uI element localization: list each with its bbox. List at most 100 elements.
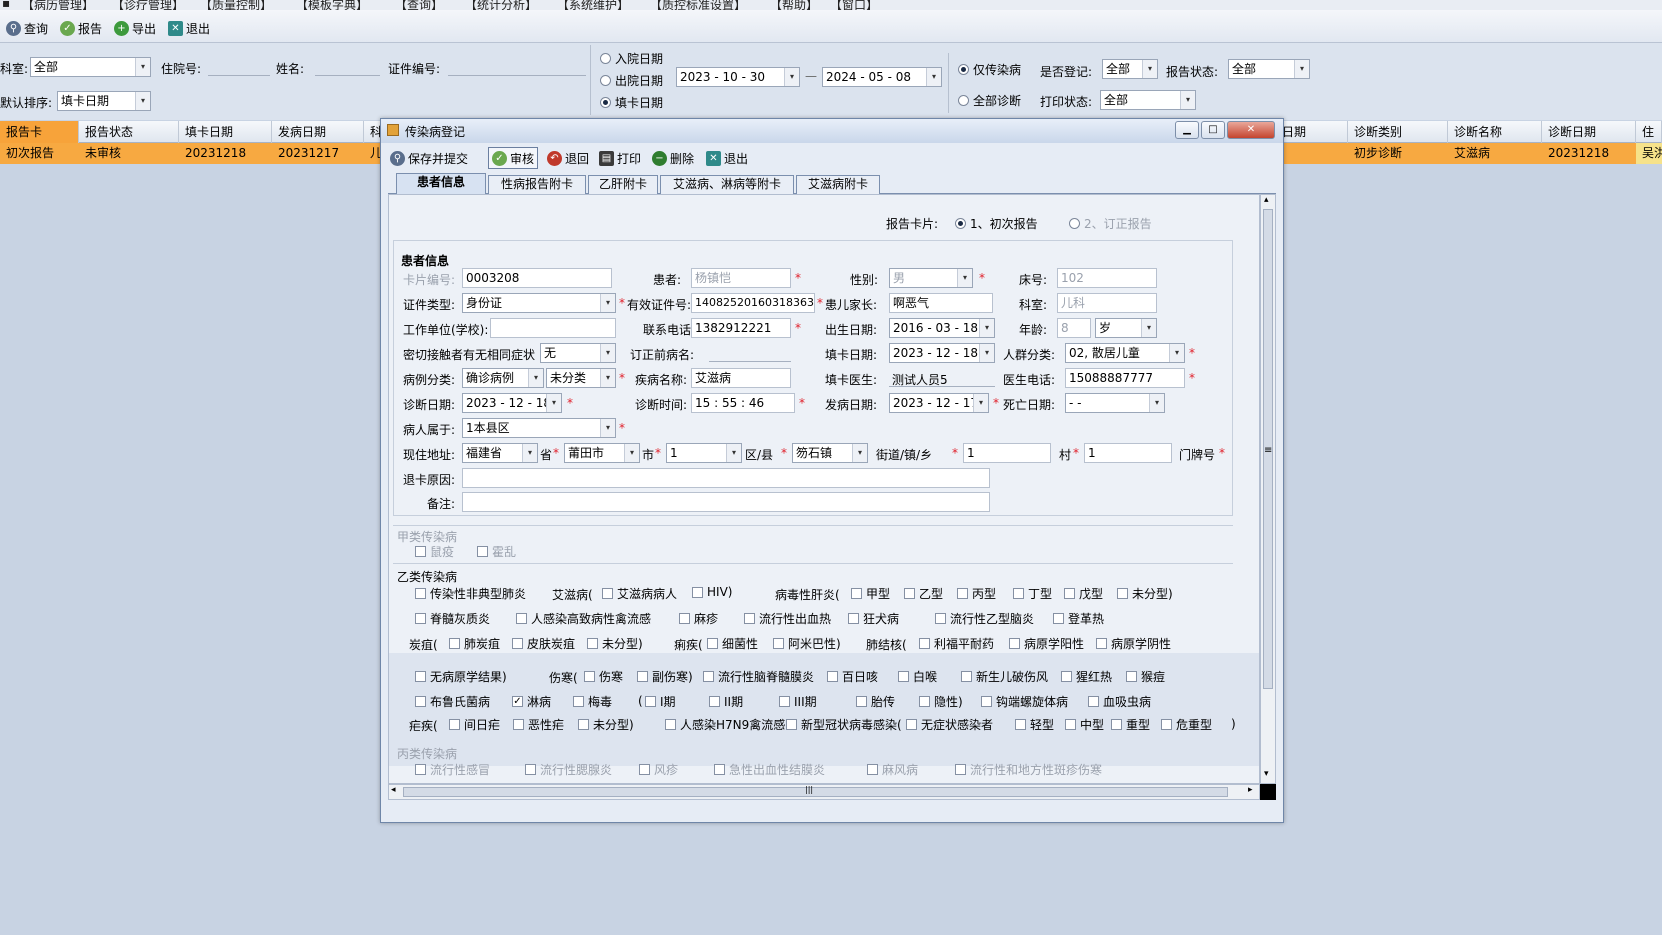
checkbox-covid[interactable]: 新型冠状病毒感染( <box>786 716 902 733</box>
radio-admit-date[interactable]: 入院日期 <box>600 50 663 67</box>
menu-item[interactable]: 【模板字典】 <box>296 0 368 10</box>
tab-hbv-card[interactable]: 乙肝附卡 <box>588 175 658 194</box>
age-unit-select[interactable]: 岁 ▾ <box>1095 318 1157 338</box>
death-date-picker[interactable]: - - ▾ <box>1065 393 1165 413</box>
checkbox-hep-b[interactable]: 乙型 <box>904 585 943 602</box>
checkbox-h7n9[interactable]: 人感染H7N9禽流感 <box>665 716 785 733</box>
column-header[interactable]: 发病日期 <box>272 121 364 143</box>
disease-field[interactable]: 艾滋病 <box>691 368 791 388</box>
checkbox-paratyphoid[interactable]: 副伤寒) <box>637 668 693 685</box>
radio-all-diag[interactable]: 全部诊断 <box>958 92 1021 109</box>
column-header[interactable]: 住 <box>1636 121 1662 143</box>
date-to-picker[interactable]: 2024 - 05 - 08 ▾ <box>822 67 942 87</box>
tab-aids-gonorrhea-card[interactable]: 艾滋病、淋病等附卡 <box>660 175 794 194</box>
checkbox-jap-enceph[interactable]: 流行性乙型脑炎 <box>935 610 1034 627</box>
column-header[interactable]: 报告卡 <box>0 121 79 143</box>
delete-button[interactable]: − 删除 <box>649 147 697 169</box>
sort-select[interactable]: 填卡日期 ▾ <box>57 91 151 111</box>
checkbox-hep-e[interactable]: 戊型 <box>1064 585 1103 602</box>
checkbox-syphilis-1[interactable]: I期 <box>645 693 676 710</box>
checkbox-hep-c[interactable]: 丙型 <box>957 585 996 602</box>
reject-reason-field[interactable] <box>462 468 990 488</box>
column-header[interactable]: 诊断名称 <box>1448 121 1542 143</box>
checkbox-gonorrhea[interactable]: ✓ 淋病 <box>512 693 551 710</box>
checkbox-lung-anthrax[interactable]: 肺炭疽 <box>449 635 500 652</box>
birth-date-picker[interactable]: 2016 - 03 - 18 ▾ <box>889 318 995 338</box>
checkbox-hiv[interactable]: HIV) <box>692 585 732 599</box>
checkbox-avian-flu[interactable]: 人感染高致病性禽流感 <box>516 610 651 627</box>
city-select[interactable]: 莆田市 ▾ <box>564 443 640 463</box>
checkbox-brucellosis[interactable]: 布鲁氏菌病 <box>415 693 490 710</box>
radio-card-date[interactable]: 填卡日期 <box>600 94 663 111</box>
column-header[interactable]: 日期 <box>1276 121 1348 143</box>
minimize-button[interactable]: ▁ <box>1175 121 1199 139</box>
crowd-select[interactable]: 02, 散居儿童 ▾ <box>1065 343 1185 363</box>
checkbox-malaria-untyped[interactable]: 未分型) <box>578 716 634 733</box>
menu-item[interactable]: 【统计分析】 <box>465 0 537 10</box>
scroll-down-icon[interactable]: ▾ <box>1264 769 1269 779</box>
column-header[interactable]: 报告状态 <box>79 121 179 143</box>
checkbox-tb-positive[interactable]: 病原学阳性 <box>1009 635 1084 652</box>
checkbox-aids-patient[interactable]: 艾滋病病人 <box>602 585 677 602</box>
vertical-scrollbar[interactable]: ▴ ≡ ▾ <box>1260 194 1276 784</box>
checkbox-syphilis-2[interactable]: II期 <box>709 693 743 710</box>
checkbox-plague[interactable]: 鼠疫 <box>415 543 454 560</box>
case-subtype-select[interactable]: 未分类 ▾ <box>546 368 616 388</box>
checkbox-congenital[interactable]: 胎传 <box>856 693 895 710</box>
checkbox-anthrax-untyped[interactable]: 未分型) <box>587 635 643 652</box>
checkbox-hep-untyped[interactable]: 未分型) <box>1117 585 1173 602</box>
dept-field[interactable]: 儿科 <box>1057 293 1157 313</box>
checkbox-latent[interactable]: 隐性) <box>919 693 963 710</box>
inpatient-input[interactable] <box>208 56 270 76</box>
onset-date-picker[interactable]: 2023 - 12 - 17 ▾ <box>889 393 989 413</box>
dept-select[interactable]: 全部 ▾ <box>30 57 151 77</box>
column-header[interactable]: 诊断类别 <box>1348 121 1448 143</box>
checkbox-rifampicin[interactable]: 利福平耐药 <box>919 635 994 652</box>
dialog-exit-button[interactable]: ✕ 退出 <box>703 147 751 169</box>
hscroll-thumb[interactable] <box>403 787 1228 797</box>
menu-item[interactable]: 【病历管理】 <box>22 0 94 10</box>
checkbox-measles[interactable]: 麻疹 <box>679 610 718 627</box>
parent-field[interactable]: 啊恶气 <box>889 293 993 313</box>
card-no-field[interactable]: 0003208 <box>462 268 612 288</box>
note-field[interactable] <box>462 492 990 512</box>
report-button[interactable]: ✓ 报告 <box>60 18 102 38</box>
tab-std-card[interactable]: 性病报告附卡 <box>488 175 586 194</box>
menu-item[interactable]: 【帮助】 <box>770 0 818 10</box>
checkbox-skin-anthrax[interactable]: 皮肤炭疽 <box>512 635 575 652</box>
dialog-title-bar[interactable]: 传染病登记 ▁ □ ✕ <box>381 119 1283 143</box>
prev-disease-field[interactable] <box>709 342 791 362</box>
close-button[interactable]: ✕ <box>1227 121 1275 139</box>
checkbox-syphilis-3[interactable]: III期 <box>779 693 817 710</box>
case-type-select[interactable]: 确诊病例 ▾ <box>462 368 544 388</box>
horizontal-scrollbar[interactable]: ◂ ||| ▸ <box>388 784 1260 800</box>
patient-name-field[interactable]: 杨镇恺 <box>691 268 791 288</box>
menu-item[interactable]: 【窗口】 <box>830 0 878 10</box>
province-select[interactable]: 福建省 ▾ <box>462 443 538 463</box>
checkbox-scarlet[interactable]: 猩红热 <box>1061 668 1112 685</box>
checkbox-mpox[interactable]: 猴痘 <box>1126 668 1165 685</box>
checkbox-asymptomatic[interactable]: 无症状感染者 <box>906 716 993 733</box>
checkbox-diphtheria[interactable]: 白喉 <box>898 668 937 685</box>
query-button[interactable]: ⚲ 查询 <box>6 18 48 38</box>
checkbox-moderate[interactable]: 中型 <box>1065 716 1104 733</box>
scroll-up-icon[interactable]: ▴ <box>1264 195 1269 205</box>
menu-item[interactable]: 【质量控制】 <box>200 0 272 10</box>
print-button[interactable]: ▤ 打印 <box>596 147 644 169</box>
checkbox-pertussis[interactable]: 百日咳 <box>827 668 878 685</box>
checkbox-severe[interactable]: 重型 <box>1111 716 1150 733</box>
cert-input[interactable] <box>448 56 586 76</box>
checkbox-sars[interactable]: 传染性非典型肺炎 <box>415 585 526 602</box>
export-button[interactable]: + 导出 <box>114 18 156 38</box>
radio-first-report[interactable]: 1、初次报告 <box>955 215 1038 232</box>
checkbox-tetanus[interactable]: 新生儿破伤风 <box>961 668 1048 685</box>
exit-button[interactable]: ✕ 退出 <box>168 18 210 38</box>
checkbox-critical[interactable]: 危重型 <box>1161 716 1212 733</box>
checkbox-influenza[interactable]: 流行性感冒 <box>415 761 490 778</box>
checkbox-syphilis[interactable]: 梅毒 <box>573 693 612 710</box>
tab-patient-info[interactable]: 患者信息 <box>396 173 486 194</box>
checkbox-bacillary[interactable]: 细菌性 <box>707 635 758 652</box>
audit-button[interactable]: ✓ 审核 <box>488 147 539 169</box>
doctor-phone-field[interactable]: 15088887777 <box>1065 368 1185 388</box>
checkbox-tb-negative[interactable]: 病原学阴性 <box>1096 635 1171 652</box>
